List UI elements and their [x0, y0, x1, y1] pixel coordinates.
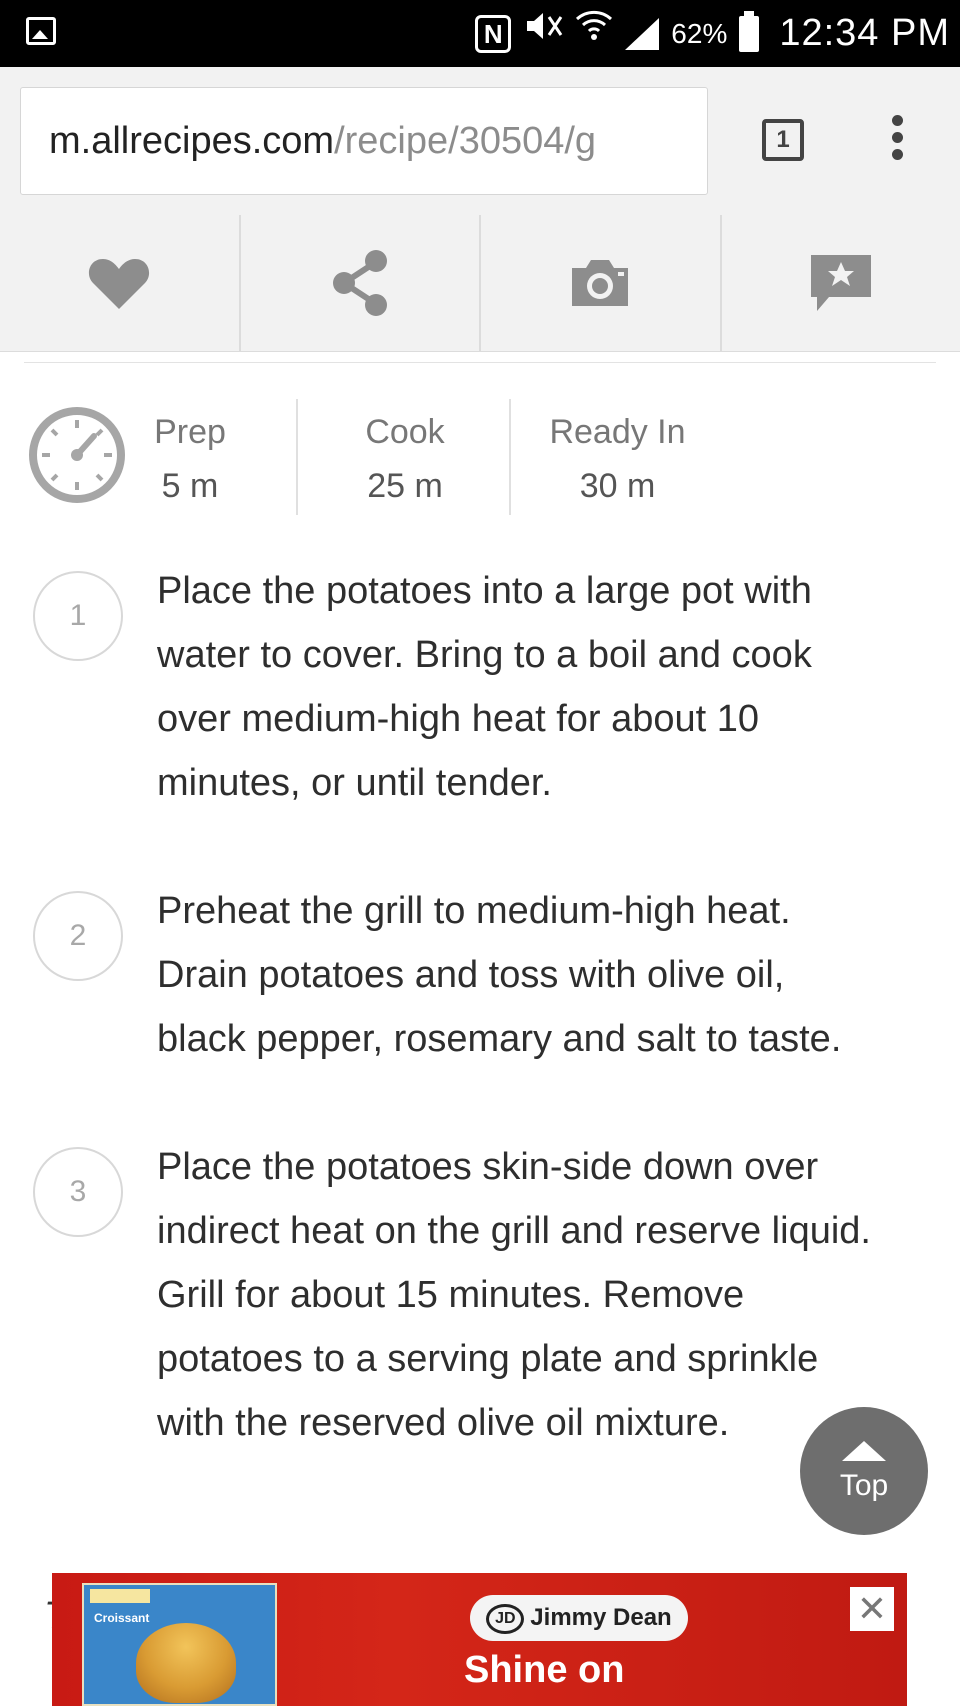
brand-mark: JD: [486, 1603, 525, 1634]
prep-time: Prep 5 m: [130, 405, 250, 513]
cook-label: Cook: [365, 413, 445, 451]
status-bar: N 62% 12:34 PM: [0, 0, 960, 67]
share-icon: [332, 250, 387, 316]
product-image: Croissant: [82, 1583, 277, 1706]
camera-icon: [572, 260, 629, 306]
step-text: Place the potatoes into a large pot with…: [157, 570, 812, 804]
image-notification-icon: [26, 17, 56, 45]
ad-tagline: Shine on: [464, 1649, 625, 1691]
clock-icon: [28, 406, 126, 509]
sandwich-image: [136, 1623, 236, 1703]
url-path: /recipe/30504/g: [334, 120, 597, 162]
review-button[interactable]: [722, 215, 960, 351]
brand-logo: JD Jimmy Dean: [470, 1595, 688, 1641]
overflow-menu-button[interactable]: [885, 115, 909, 165]
step-text: Place the potatoes skin-side down over i…: [157, 1146, 871, 1444]
time-separator: [509, 399, 511, 515]
battery-percent: 62%: [671, 17, 728, 49]
cook-time: Cook 25 m: [340, 405, 470, 513]
url-bar[interactable]: m.allrecipes.com/recipe/30504/g: [20, 87, 708, 195]
top-label: Top: [839, 1469, 889, 1502]
mute-icon: [523, 0, 563, 67]
brand-name: Jimmy Dean: [530, 1604, 672, 1631]
wifi-icon: [575, 0, 613, 67]
recipe-action-bar: [0, 215, 960, 352]
photo-button[interactable]: [481, 215, 722, 351]
heart-icon: [89, 259, 150, 309]
battery-icon: [739, 10, 760, 52]
close-ad-button[interactable]: ✕: [850, 1587, 894, 1631]
url-domain: m.allrecipes.com: [49, 120, 335, 162]
ready-time: Ready In 30 m: [540, 405, 695, 513]
signal-icon: [625, 17, 660, 50]
cook-value: 25 m: [367, 467, 443, 505]
ad-banner[interactable]: Croissant JD Jimmy Dean Shine on ✕: [52, 1573, 907, 1706]
nfc-icon: N: [475, 14, 512, 53]
step-text: Preheat the grill to medium-high heat. D…: [157, 890, 842, 1060]
ready-value: 30 m: [579, 467, 656, 505]
ready-label: Ready In: [549, 413, 686, 451]
step-number: 1: [33, 571, 123, 661]
clock: 12:34 PM: [779, 12, 950, 54]
prep-label: Prep: [154, 413, 226, 451]
share-button[interactable]: [241, 215, 481, 351]
prep-value: 5 m: [161, 467, 219, 505]
favorite-button[interactable]: [0, 215, 241, 351]
browser-toolbar: m.allrecipes.com/recipe/30504/g 1: [0, 67, 960, 215]
status-indicators: N 62% 12:34 PM: [475, 0, 950, 67]
step-number: 3: [33, 1147, 123, 1237]
divider: [24, 362, 936, 363]
back-to-top-button[interactable]: Top: [800, 1407, 928, 1535]
review-icon: [810, 255, 871, 311]
product-label: Croissant: [94, 1611, 150, 1625]
arrow-up-icon: [842, 1441, 886, 1461]
time-separator: [296, 399, 298, 515]
tab-switcher-button[interactable]: 1: [762, 119, 804, 161]
step-number: 2: [33, 891, 123, 981]
